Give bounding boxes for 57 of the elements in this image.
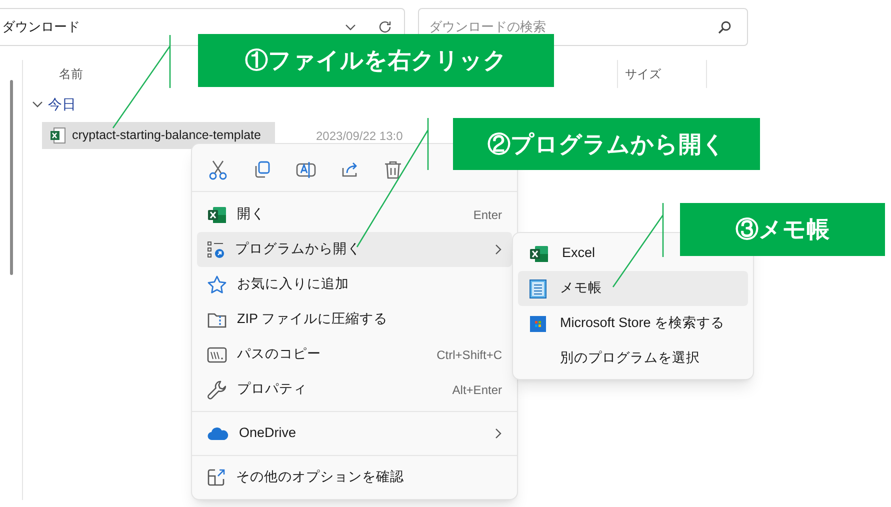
shortcut-text: Ctrl+Shift+C [436, 346, 502, 364]
submenu-item[interactable]: 別のプログラムを選択 [518, 341, 748, 376]
menu-item-label: 開く [237, 205, 265, 224]
store-icon [529, 314, 547, 332]
chevron-down-icon[interactable] [32, 100, 43, 108]
submenu-item-label: 別のプログラムを選択 [560, 349, 700, 368]
open-with-icon [207, 240, 225, 258]
excel-icon [207, 206, 227, 224]
group-header[interactable]: 今日 [48, 94, 76, 114]
address-path: ダウンロード [2, 18, 81, 36]
submenu-item[interactable]: メモ帳 [518, 271, 748, 306]
file-name: cryptact-starting-balance-template [72, 127, 261, 144]
notepad-icon [529, 278, 547, 298]
search-placeholder: ダウンロードの検索 [429, 18, 547, 36]
menu-item[interactable]: ZIP ファイルに圧縮する [197, 302, 512, 337]
menu-item-label: OneDrive [239, 424, 296, 442]
rename-icon[interactable] [296, 160, 316, 180]
column-header[interactable]: サイズ [625, 65, 706, 83]
shortcut-text: Alt+Enter [452, 382, 502, 398]
star-icon [207, 275, 227, 294]
wrench-icon [207, 380, 227, 400]
menu-item[interactable]: お気に入りに追加 [197, 267, 512, 302]
shortcut-text: Enter [473, 206, 502, 224]
callout-tooltip: ②プログラムから開く [453, 118, 760, 170]
menu-item-label: その他のオプションを確認 [236, 468, 404, 486]
file-row[interactable]: cryptact-starting-balance-template [42, 122, 275, 149]
submenu-item[interactable]: Microsoft Store を検索する [518, 306, 748, 341]
menu-item[interactable]: 開く Enter [197, 197, 512, 232]
menu-item[interactable]: プロパティ Alt+Enter [197, 372, 512, 407]
submenu-item-label: Microsoft Store を検索する [560, 314, 725, 332]
submenu-item-label: メモ帳 [560, 279, 602, 298]
refresh-icon[interactable] [378, 20, 392, 34]
file-date: 2023/09/22 13:0 [316, 128, 403, 144]
search-icon[interactable] [718, 20, 731, 34]
menu-item[interactable]: その他のオプションを確認 [197, 460, 512, 495]
submenu-item-label: Excel [562, 244, 596, 262]
cut-icon[interactable] [208, 160, 228, 180]
cloud-icon [207, 426, 229, 440]
callout-tooltip: ①ファイルを右クリック [198, 34, 554, 87]
column-header[interactable]: 名前 [59, 65, 83, 83]
menu-item[interactable]: プログラムから開く [197, 232, 512, 267]
menu-item-label: ZIP ファイルに圧縮する [237, 310, 388, 328]
callout-tooltip: ③メモ帳 [680, 203, 885, 256]
menu-item[interactable]: パスのコピー Ctrl+Shift+C [197, 337, 512, 372]
menu-item-label: プロパティ [237, 380, 307, 398]
menu-item-label: プログラムから開く [235, 240, 361, 258]
excel-file-icon [50, 127, 66, 144]
scrollbar[interactable] [10, 80, 13, 275]
path-icon [207, 346, 227, 364]
excel-icon [529, 244, 549, 262]
menu-item[interactable]: OneDrive [197, 416, 512, 451]
external-link-icon [207, 468, 226, 487]
delete-icon[interactable] [384, 160, 402, 180]
chevron-down-icon[interactable] [345, 24, 356, 30]
menu-item-label: パスのコピー [237, 345, 321, 364]
zip-folder-icon [207, 310, 227, 328]
menu-item-label: お気に入りに追加 [237, 275, 349, 294]
